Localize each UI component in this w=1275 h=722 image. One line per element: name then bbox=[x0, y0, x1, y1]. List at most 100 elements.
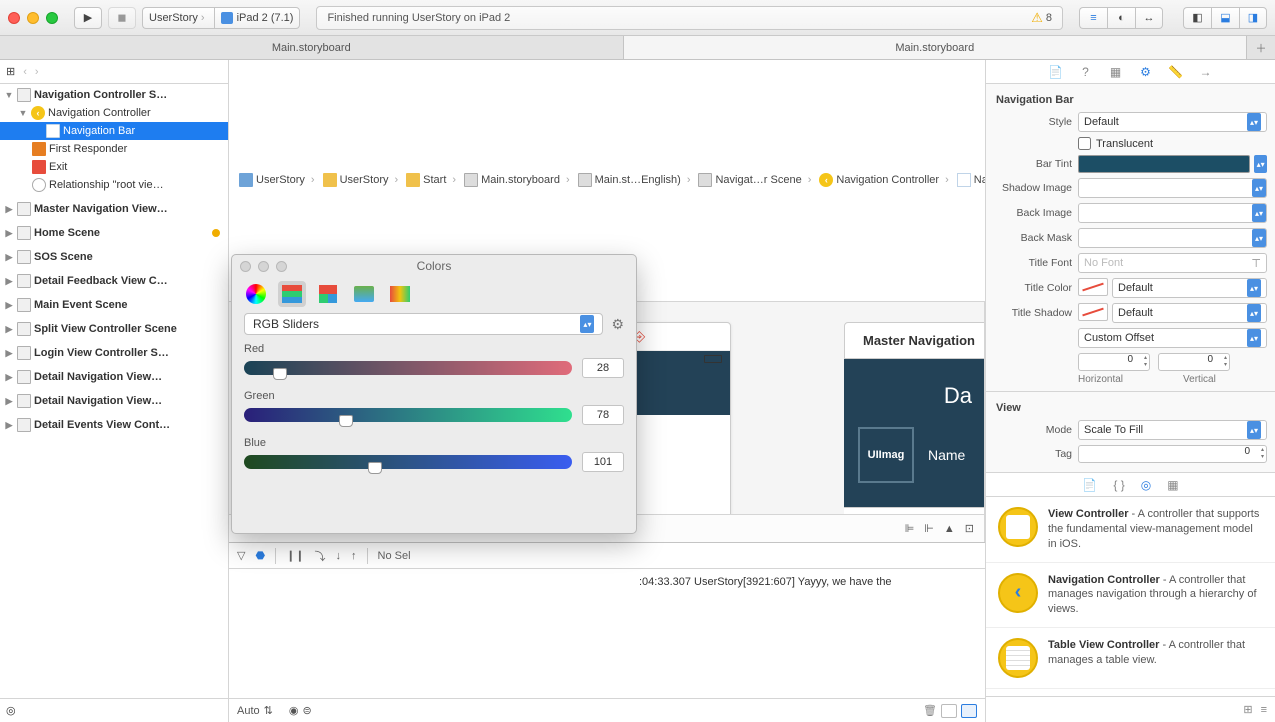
zoom-window[interactable] bbox=[46, 12, 58, 24]
add-tab-button[interactable]: ＋ bbox=[1247, 36, 1275, 59]
scene-item[interactable]: ▶SOS Scene bbox=[0, 248, 228, 266]
scene-item[interactable]: ▶Split View Controller Scene bbox=[0, 320, 228, 338]
scene-item[interactable]: ▶Master Navigation View… bbox=[0, 200, 228, 218]
code-snippet-tab[interactable]: { } bbox=[1113, 478, 1124, 492]
colors-titlebar[interactable]: Colors bbox=[232, 255, 636, 277]
colors-gear-icon[interactable]: ⚙ bbox=[611, 316, 624, 333]
title-font-select[interactable]: No Font⊤ bbox=[1078, 253, 1267, 273]
toggle-navigator-button[interactable]: ◧ bbox=[1183, 7, 1211, 29]
red-value[interactable]: 28 bbox=[582, 358, 624, 378]
scene-item[interactable]: ▶Detail Events View Cont… bbox=[0, 416, 228, 434]
attributes-inspector-tab[interactable]: ⚙ bbox=[1138, 64, 1154, 80]
print-icon[interactable]: ⊜ bbox=[302, 704, 311, 717]
warnings-indicator[interactable]: ⚠ 8 bbox=[1031, 10, 1052, 26]
blue-value[interactable]: 101 bbox=[582, 452, 624, 472]
step-over-button[interactable]: ⤵ bbox=[315, 548, 326, 564]
color-wheel-tab[interactable] bbox=[242, 281, 270, 307]
media-library-tab[interactable]: ▦ bbox=[1167, 478, 1178, 492]
scene-item[interactable]: ▶Main Event Scene bbox=[0, 296, 228, 314]
image-palettes-tab[interactable] bbox=[350, 281, 378, 307]
title-color-select[interactable]: Default▴▾ bbox=[1112, 278, 1267, 298]
scheme-device[interactable]: iPad 2 (7.1) bbox=[214, 7, 301, 29]
library-list-toggle[interactable]: ≡ bbox=[1261, 704, 1267, 716]
scene-item[interactable]: ▶Login View Controller S… bbox=[0, 344, 228, 362]
hide-debug-button[interactable]: ▽ bbox=[237, 549, 245, 562]
scheme-target[interactable]: UserStory › bbox=[142, 7, 214, 29]
shadow-image-select[interactable]: ▴▾ bbox=[1078, 178, 1267, 198]
tag-input[interactable]: 0▴▾ bbox=[1078, 445, 1267, 463]
identity-inspector-tab[interactable]: ▦ bbox=[1108, 64, 1124, 80]
size-inspector-tab[interactable]: 📏 bbox=[1168, 64, 1184, 80]
color-palettes-tab[interactable] bbox=[314, 281, 342, 307]
trash-icon[interactable]: 🗑 bbox=[923, 704, 937, 718]
mode-select[interactable]: Scale To Fill▴▾ bbox=[1078, 420, 1267, 440]
adjacent-scene[interactable]: Master Navigation Da UIImag Name Prototy… bbox=[844, 322, 985, 543]
object-library-tab[interactable]: ◎ bbox=[1141, 478, 1151, 492]
scene-row[interactable]: ▼Navigation Controller S… bbox=[0, 86, 228, 104]
toggle-debug-button[interactable]: ⬓ bbox=[1211, 7, 1239, 29]
console-output[interactable]: :04:33.307 UserStory[3921:607] Yayyy, we… bbox=[229, 569, 985, 698]
library-list[interactable]: View Controller - A controller that supp… bbox=[986, 497, 1275, 696]
step-out-button[interactable]: ↑ bbox=[351, 550, 357, 562]
scene-item[interactable]: ▶Home Scene bbox=[0, 224, 228, 242]
translucent-checkbox[interactable] bbox=[1078, 137, 1091, 150]
pencils-tab[interactable] bbox=[386, 281, 414, 307]
pin-button[interactable]: ⊩ bbox=[924, 522, 934, 535]
custom-offset-select[interactable]: Custom Offset▴▾ bbox=[1078, 328, 1267, 348]
tab-right[interactable]: Main.storyboard bbox=[624, 36, 1248, 59]
file-template-tab[interactable]: 📄 bbox=[1082, 478, 1097, 492]
navbar-row[interactable]: Navigation Bar bbox=[0, 122, 228, 140]
breakpoints-button[interactable]: ⬣ bbox=[255, 549, 265, 562]
toggle-utilities-button[interactable]: ◨ bbox=[1239, 7, 1267, 29]
scene-item[interactable]: ▶Detail Navigation View… bbox=[0, 368, 228, 386]
align-button[interactable]: ⊫ bbox=[905, 522, 915, 535]
red-slider[interactable] bbox=[244, 361, 572, 375]
library-item-table-controller[interactable]: Table View Controller - A controller tha… bbox=[986, 628, 1275, 689]
scene-item[interactable]: ▶Detail Navigation View… bbox=[0, 392, 228, 410]
green-value[interactable]: 78 bbox=[582, 405, 624, 425]
slider-mode-select[interactable]: RGB Sliders ▴▾ bbox=[244, 313, 603, 335]
colors-panel[interactable]: Colors RGB Sliders ▴▾ ⚙ Red 28 Green 78 … bbox=[231, 254, 637, 534]
eye-icon[interactable]: ◉ bbox=[289, 704, 299, 717]
scene-item[interactable]: ▶Detail Feedback View C… bbox=[0, 272, 228, 290]
assistant-editor-button[interactable]: ◐ bbox=[1107, 7, 1135, 29]
relationship-row[interactable]: Relationship "root vie… bbox=[0, 176, 228, 194]
outline-filter-input[interactable] bbox=[22, 705, 222, 717]
library-item-nav-controller[interactable]: ‹ Navigation Controller - A controller t… bbox=[986, 563, 1275, 629]
stop-button[interactable]: ◼ bbox=[108, 7, 136, 29]
bar-tint-color[interactable] bbox=[1078, 155, 1250, 173]
green-slider[interactable] bbox=[244, 408, 572, 422]
resolve-button[interactable]: ▲ bbox=[944, 523, 955, 535]
offset-v-input[interactable]: 0▴▾ bbox=[1158, 353, 1230, 371]
connections-inspector-tab[interactable]: → bbox=[1198, 64, 1214, 80]
run-button[interactable]: ▶ bbox=[74, 7, 102, 29]
outline-back[interactable]: ‹ bbox=[23, 66, 27, 78]
console-view-toggle[interactable] bbox=[961, 704, 977, 718]
title-shadow-select[interactable]: Default▴▾ bbox=[1112, 303, 1267, 323]
file-inspector-tab[interactable]: 📄 bbox=[1048, 64, 1064, 80]
exit-row[interactable]: Exit bbox=[0, 158, 228, 176]
resize-button[interactable]: ⊡ bbox=[965, 522, 974, 535]
offset-h-input[interactable]: 0▴▾ bbox=[1078, 353, 1150, 371]
color-sliders-tab[interactable] bbox=[278, 281, 306, 307]
minimize-window[interactable] bbox=[27, 12, 39, 24]
close-window[interactable] bbox=[8, 12, 20, 24]
version-editor-button[interactable]: ↔ bbox=[1135, 7, 1163, 29]
outline-grid-icon[interactable]: ⊞ bbox=[6, 65, 15, 78]
pause-button[interactable]: ❙❙ bbox=[286, 549, 304, 562]
back-mask-select[interactable]: ▴▾ bbox=[1078, 228, 1267, 248]
title-shadow-swatch[interactable] bbox=[1078, 303, 1108, 321]
back-image-select[interactable]: ▴▾ bbox=[1078, 203, 1267, 223]
outline-forward[interactable]: › bbox=[35, 66, 39, 78]
variables-view-toggle[interactable] bbox=[941, 704, 957, 718]
standard-editor-button[interactable]: ≡ bbox=[1079, 7, 1107, 29]
controller-row[interactable]: ▼‹Navigation Controller bbox=[0, 104, 228, 122]
blue-slider[interactable] bbox=[244, 455, 572, 469]
first-responder-row[interactable]: First Responder bbox=[0, 140, 228, 158]
tab-left[interactable]: Main.storyboard bbox=[0, 36, 624, 59]
title-color-swatch[interactable] bbox=[1078, 278, 1108, 296]
step-in-button[interactable]: ↓ bbox=[336, 550, 342, 562]
library-item-view-controller[interactable]: View Controller - A controller that supp… bbox=[986, 497, 1275, 563]
library-grid-toggle[interactable]: ⊞ bbox=[1243, 703, 1252, 716]
variables-scope[interactable]: Auto⇅ ◉ ⊜ bbox=[237, 704, 312, 717]
